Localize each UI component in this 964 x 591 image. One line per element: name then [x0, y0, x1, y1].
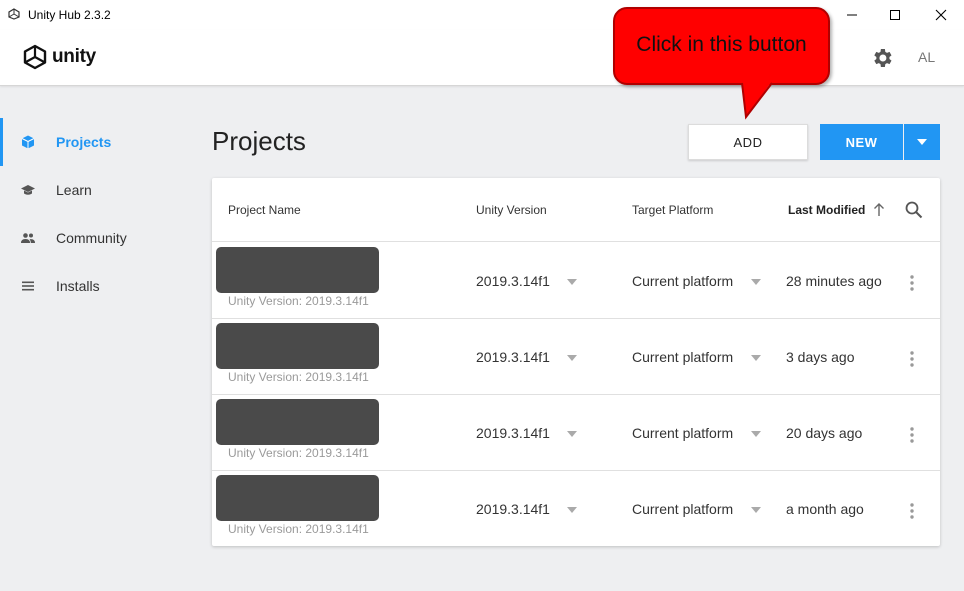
redacted-project-name [216, 323, 379, 369]
close-icon [935, 9, 947, 21]
last-modified-value: 3 days ago [786, 349, 855, 365]
table-row[interactable]: Unity Version: 2019.3.14f1 2019.3.14f1 C… [212, 319, 940, 395]
last-modified-value: a month ago [786, 501, 864, 517]
version-dropdown-icon[interactable] [567, 355, 577, 361]
version-dropdown-icon[interactable] [567, 507, 577, 513]
unity-logo-icon [23, 44, 47, 70]
column-header-last-modified[interactable]: Last Modified [788, 203, 865, 217]
platform-dropdown-icon[interactable] [751, 431, 761, 437]
sidebar-item-label: Learn [56, 182, 92, 198]
project-version-subtitle: Unity Version: 2019.3.14f1 [228, 522, 369, 536]
sidebar-item-learn[interactable]: Learn [0, 166, 200, 214]
column-header-project-name[interactable]: Project Name [228, 203, 301, 217]
sidebar-item-installs[interactable]: Installs [0, 262, 200, 310]
platform-dropdown-icon[interactable] [751, 507, 761, 513]
version-dropdown-icon[interactable] [567, 279, 577, 285]
callout-text: Click in this button [636, 33, 807, 56]
version-dropdown-icon[interactable] [567, 431, 577, 437]
add-button[interactable]: ADD [688, 124, 808, 160]
sidebar-item-label: Projects [56, 134, 112, 150]
project-version-subtitle: Unity Version: 2019.3.14f1 [228, 446, 369, 460]
more-options-icon[interactable] [906, 350, 918, 368]
callout-pointer [741, 81, 773, 120]
more-options-icon[interactable] [906, 426, 918, 444]
unity-version-value[interactable]: 2019.3.14f1 [476, 273, 550, 289]
unity-version-value[interactable]: 2019.3.14f1 [476, 425, 550, 441]
unity-version-value[interactable]: 2019.3.14f1 [476, 501, 550, 517]
platform-dropdown-icon[interactable] [751, 279, 761, 285]
chevron-down-icon [917, 139, 927, 145]
people-icon [21, 233, 35, 243]
logo-text: unity [52, 46, 96, 67]
search-icon[interactable] [904, 200, 924, 220]
callout-bubble: Click in this button [613, 7, 830, 85]
redacted-project-name [216, 247, 379, 293]
target-platform-value[interactable]: Current platform [632, 501, 733, 517]
sidebar-item-projects[interactable]: Projects [0, 118, 200, 166]
sidebar-item-community[interactable]: Community [0, 214, 200, 262]
last-modified-value: 28 minutes ago [786, 273, 882, 289]
avatar[interactable]: AL [918, 49, 935, 65]
sidebar-item-label: Installs [56, 278, 100, 294]
minimize-icon [847, 14, 857, 16]
maximize-icon [890, 10, 900, 20]
platform-dropdown-icon[interactable] [751, 355, 761, 361]
redacted-project-name [216, 475, 379, 521]
unity-version-value[interactable]: 2019.3.14f1 [476, 349, 550, 365]
target-platform-value[interactable]: Current platform [632, 349, 733, 365]
table-row[interactable]: Unity Version: 2019.3.14f1 2019.3.14f1 C… [212, 471, 940, 547]
page-title: Projects [212, 126, 306, 156]
column-header-unity-version[interactable]: Unity Version [476, 203, 547, 217]
list-icon [22, 281, 34, 291]
unity-logo: unity [22, 44, 96, 70]
sort-ascending-icon[interactable] [872, 202, 886, 218]
table-row[interactable]: Unity Version: 2019.3.14f1 2019.3.14f1 C… [212, 395, 940, 471]
project-version-subtitle: Unity Version: 2019.3.14f1 [228, 294, 369, 308]
more-options-icon[interactable] [906, 274, 918, 292]
projects-table: Project Name Unity Version Target Platfo… [212, 178, 940, 546]
unity-app-icon [8, 8, 20, 20]
close-button[interactable] [918, 0, 964, 30]
more-options-icon[interactable] [906, 502, 918, 520]
last-modified-value: 20 days ago [786, 425, 863, 441]
sidebar-item-label: Community [56, 230, 127, 246]
maximize-button[interactable] [872, 0, 918, 30]
window-title: Unity Hub 2.3.2 [28, 8, 111, 22]
table-row[interactable]: Unity Version: 2019.3.14f1 2019.3.14f1 C… [212, 243, 940, 319]
target-platform-value[interactable]: Current platform [632, 273, 733, 289]
minimize-button[interactable] [829, 0, 875, 30]
project-version-subtitle: Unity Version: 2019.3.14f1 [228, 370, 369, 384]
graduation-cap-icon [21, 185, 35, 195]
target-platform-value[interactable]: Current platform [632, 425, 733, 441]
gear-icon[interactable] [870, 46, 894, 70]
column-header-target-platform[interactable]: Target Platform [632, 203, 713, 217]
cube-icon [21, 135, 35, 149]
new-button[interactable]: NEW [820, 124, 903, 160]
table-header: Project Name Unity Version Target Platfo… [212, 178, 940, 242]
sidebar: Projects Learn Community Installs [0, 118, 200, 310]
new-dropdown-button[interactable] [904, 124, 940, 160]
redacted-project-name [216, 399, 379, 445]
